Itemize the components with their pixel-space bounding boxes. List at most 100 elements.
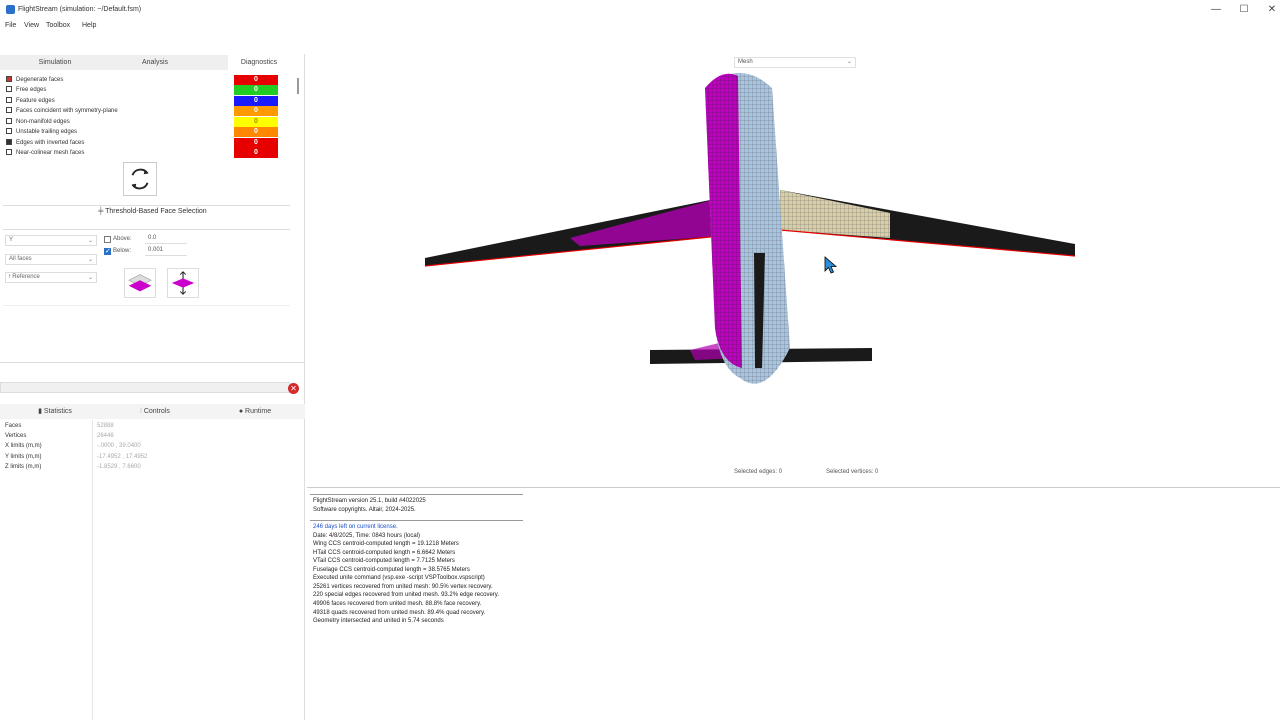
count-degenerate: 0: [234, 75, 278, 85]
chevron-down-icon: ⌄: [87, 257, 93, 263]
close-panel-icon[interactable]: ✕: [288, 383, 299, 394]
threshold-title-text: Threshold-Based Face Selection: [105, 208, 207, 215]
select-below-plane-icon[interactable]: [124, 268, 156, 298]
stat-label: Faces: [5, 423, 22, 429]
feature-edges-icon: [6, 97, 12, 103]
above-label: Above:: [113, 236, 132, 242]
fuselage-mesh-selected: [705, 73, 742, 368]
count-feature-edges: 0: [234, 96, 278, 106]
diag-row-non-manifold[interactable]: Non-manifold edges: [6, 117, 70, 127]
chevron-down-icon: ⌄: [87, 275, 93, 281]
divider: [0, 362, 305, 363]
app-icon: [6, 5, 15, 14]
menu-bar: File View Toolbox Help: [0, 20, 1280, 32]
left-tabs: Simulation Analysis Diagnostics: [0, 55, 290, 70]
stat-label: Z limits (m,m): [5, 464, 42, 470]
diag-row-feature-edges[interactable]: Feature edges: [6, 96, 55, 106]
console-line: 25261 vertices recovered from united mes…: [313, 584, 493, 590]
axis-select[interactable]: Y ⌄: [5, 235, 97, 246]
tab-runtime[interactable]: ● Runtime: [230, 404, 280, 419]
symmetry-icon: [6, 107, 12, 113]
inverted-faces-icon: [6, 139, 12, 145]
right-wing-root-mesh: [780, 190, 890, 238]
diag-row-trailing[interactable]: Unstable trailing edges: [6, 127, 77, 137]
diag-row-free-edges[interactable]: Free edges: [6, 85, 46, 95]
console-line: 220 special edges recovered from united …: [313, 592, 499, 598]
axis-select-value: Y: [9, 237, 14, 243]
diag-row-inverted[interactable]: Edges with inverted faces: [6, 138, 84, 148]
non-manifold-icon: [6, 118, 12, 124]
stat-value: -17.4952 , 17.4952: [97, 454, 148, 460]
tab-controls-label: Controls: [143, 408, 170, 415]
menu-view[interactable]: View: [24, 22, 39, 29]
colinear-icon: [6, 149, 12, 155]
diag-row-degenerate[interactable]: Degenerate faces: [6, 75, 63, 85]
above-input[interactable]: 0.0: [145, 235, 187, 244]
display-mode-select[interactable]: Mesh ⌄: [734, 57, 856, 68]
stat-label: Vertices: [5, 433, 27, 439]
stat-label: X limits (m,m): [5, 443, 42, 449]
diag-label: Free edges: [16, 87, 47, 93]
below-input[interactable]: 0.001: [145, 247, 187, 256]
minimize-button[interactable]: —: [1208, 3, 1224, 17]
console-rule: [310, 520, 523, 521]
menu-help[interactable]: Help: [82, 22, 96, 29]
tab-statistics[interactable]: ▮ Statistics: [30, 404, 80, 419]
diag-label: Degenerate faces: [16, 77, 64, 83]
console-header: FlightStream version 25.1, build #402202…: [313, 498, 426, 504]
close-window-button[interactable]: ✕: [1264, 3, 1280, 17]
maximize-button[interactable]: ☐: [1236, 3, 1252, 17]
trailing-edge-icon: [6, 128, 12, 134]
faces-select[interactable]: All faces ⌄: [5, 254, 97, 265]
diag-row-colinear[interactable]: Near-colinear mesh faces: [6, 148, 84, 158]
tab-simulation-label: Simulation: [38, 59, 72, 66]
tab-simulation[interactable]: Simulation: [30, 55, 80, 70]
count-non-manifold: 0: [234, 117, 278, 127]
divider: [3, 305, 290, 306]
below-checkbox[interactable]: [104, 247, 111, 255]
select-between-plane-icon[interactable]: [167, 268, 199, 298]
count-inverted: 0: [234, 138, 278, 148]
console-header: Software copyrights. Altair, 2024-2025.: [313, 507, 416, 513]
diag-label: Near-colinear mesh faces: [16, 150, 85, 156]
menu-toolbox[interactable]: Toolbox: [46, 22, 70, 29]
console-line: Wing CCS centroid-computed length = 19.1…: [313, 541, 459, 547]
console-line: 49318 quads recovered from united mesh. …: [313, 610, 486, 616]
horizontal-scrollbar[interactable]: [0, 382, 290, 393]
console-line: 246 days left on current license.: [313, 524, 398, 530]
tab-analysis[interactable]: Analysis: [130, 55, 180, 70]
stat-value: 52888: [97, 423, 114, 429]
diag-scrollbar[interactable]: [297, 78, 299, 94]
diag-label: Feature edges: [16, 98, 55, 104]
threshold-title: ╪ Threshold-Based Face Selection: [0, 208, 305, 215]
aircraft-mesh[interactable]: [420, 68, 1085, 388]
stat-value: 26446: [97, 433, 114, 439]
stat-value: -1.8529 , 7.6600: [97, 464, 141, 470]
console-line: Geometry intersected and united in 5.74 …: [313, 618, 444, 624]
mouse-cursor-icon: [824, 256, 838, 274]
free-edges-icon: [6, 86, 12, 92]
divider: [3, 205, 290, 206]
console-line: Fuselage CCS centroid-computed length = …: [313, 567, 470, 573]
console-text: FlightStream version 25.1, build #402202…: [307, 490, 1280, 720]
console-line: 49906 faces recovered from united mesh. …: [313, 601, 482, 607]
selected-edges-count: Selected edges: 0: [734, 469, 783, 475]
above-checkbox[interactable]: [104, 236, 111, 243]
diag-row-symmetry[interactable]: Faces coincident with symmetry-plane: [6, 106, 118, 116]
menu-file[interactable]: File: [5, 22, 16, 29]
display-mode-value: Mesh: [738, 59, 753, 65]
tab-diagnostics[interactable]: Diagnostics: [228, 55, 290, 70]
frame-select[interactable]: ⟊ Reference ⌄: [5, 272, 97, 283]
stat-value: -.0000 , 39.0400: [97, 443, 141, 449]
diag-label: Faces coincident with symmetry-plane: [16, 108, 118, 114]
chevron-down-icon: ⌄: [87, 238, 93, 244]
column-divider: [92, 420, 93, 720]
toolbar: [0, 32, 1280, 80]
refresh-icon[interactable]: [123, 162, 157, 196]
degenerate-icon: [6, 76, 12, 82]
count-trailing: 0: [234, 127, 278, 137]
tab-controls[interactable]: ⫶ Controls: [130, 404, 180, 419]
console-line: Executed unite command (vsp.exe -script …: [313, 575, 485, 581]
tab-statistics-label: Statistics: [43, 408, 72, 415]
title-bar: FlightStream (simulation: ~/Default.fsm)…: [0, 0, 1280, 20]
